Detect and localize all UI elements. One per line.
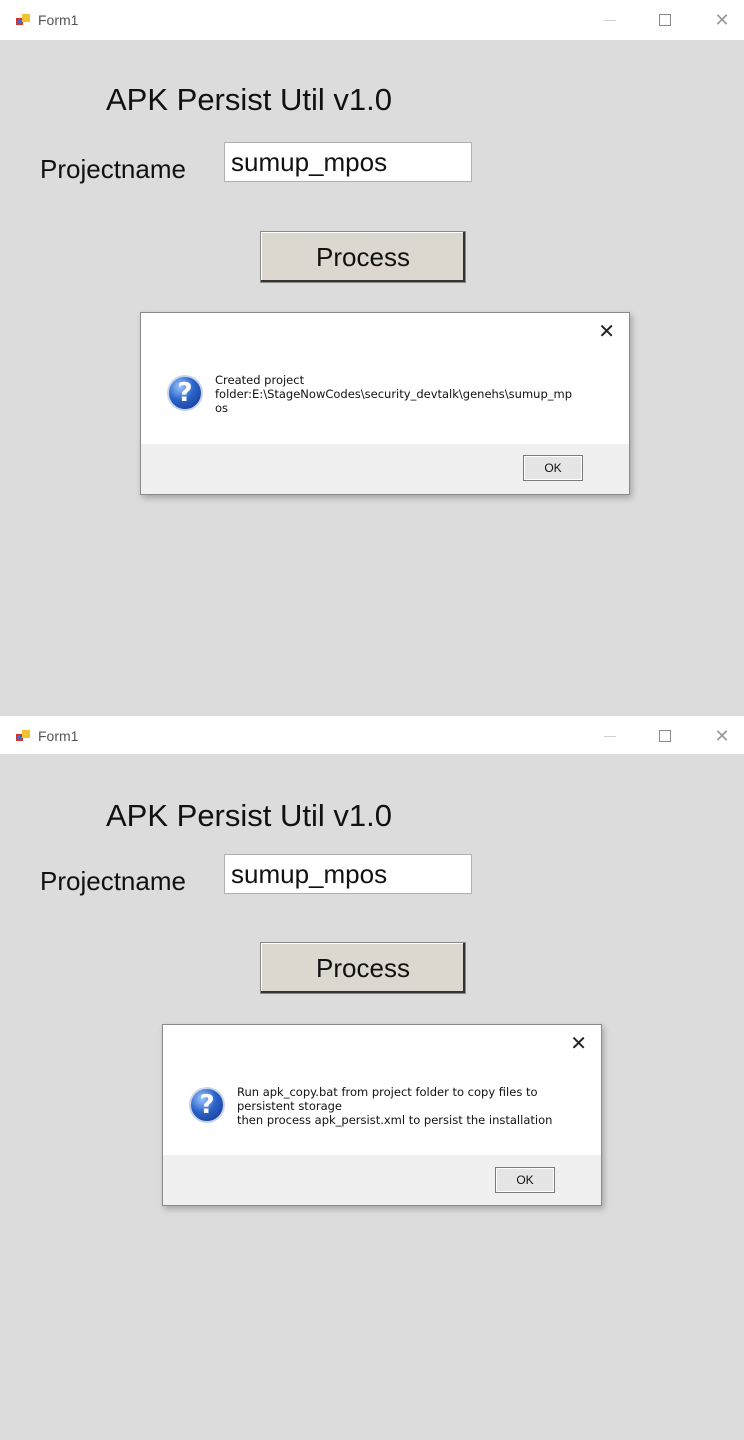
form1-window-second: Form1 ✕ APK Persist Util v1.0 Projectnam… bbox=[0, 716, 744, 1440]
titlebar: Form1 ✕ bbox=[0, 0, 744, 40]
form1-window-first: Form1 ✕ APK Persist Util v1.0 Projectnam… bbox=[0, 0, 744, 716]
ok-button[interactable]: OK bbox=[523, 455, 583, 481]
projectname-input[interactable]: sumup_mpos bbox=[224, 854, 472, 894]
minimize-button[interactable] bbox=[600, 726, 620, 746]
minimize-button[interactable] bbox=[600, 10, 620, 30]
message-line: folder:E:\StageNowCodes\security_devtalk… bbox=[215, 387, 572, 401]
projectname-label: Projectname bbox=[40, 154, 186, 184]
app-heading: APK Persist Util v1.0 bbox=[106, 798, 392, 833]
message-line: persistent storage bbox=[237, 1099, 343, 1113]
projectname-label: Projectname bbox=[40, 866, 186, 896]
ok-button[interactable]: OK bbox=[495, 1167, 555, 1193]
close-window-button[interactable]: ✕ bbox=[712, 10, 732, 30]
close-window-button[interactable]: ✕ bbox=[712, 726, 732, 746]
app-heading: APK Persist Util v1.0 bbox=[106, 82, 392, 117]
message-line: Run apk_copy.bat from project folder to … bbox=[237, 1085, 538, 1099]
message-line: then process apk_persist.xml to persist … bbox=[237, 1113, 553, 1127]
question-icon: ? bbox=[189, 1087, 225, 1123]
titlebar: Form1 ✕ bbox=[0, 716, 744, 754]
question-icon: ? bbox=[167, 375, 203, 411]
message-dialog: ✕ ? Created project folder:E:\StageNowCo… bbox=[140, 312, 630, 495]
dialog-message: Run apk_copy.bat from project folder to … bbox=[237, 1085, 587, 1127]
message-line: Created project bbox=[215, 373, 305, 387]
projectname-input[interactable]: sumup_mpos bbox=[224, 142, 472, 182]
app-icon bbox=[16, 730, 30, 742]
maximize-button[interactable] bbox=[655, 10, 675, 30]
window-title: Form1 bbox=[38, 728, 79, 744]
message-line: os bbox=[215, 401, 229, 415]
app-icon bbox=[16, 14, 30, 26]
process-button[interactable]: Process bbox=[260, 942, 466, 994]
dialog-close-button[interactable]: ✕ bbox=[598, 319, 615, 344]
process-button[interactable]: Process bbox=[260, 231, 466, 283]
window-title: Form1 bbox=[38, 12, 79, 28]
maximize-button[interactable] bbox=[655, 726, 675, 746]
dialog-message: Created project folder:E:\StageNowCodes\… bbox=[215, 373, 615, 415]
message-dialog: ✕ ? Run apk_copy.bat from project folder… bbox=[162, 1024, 602, 1206]
dialog-close-button[interactable]: ✕ bbox=[570, 1031, 587, 1056]
